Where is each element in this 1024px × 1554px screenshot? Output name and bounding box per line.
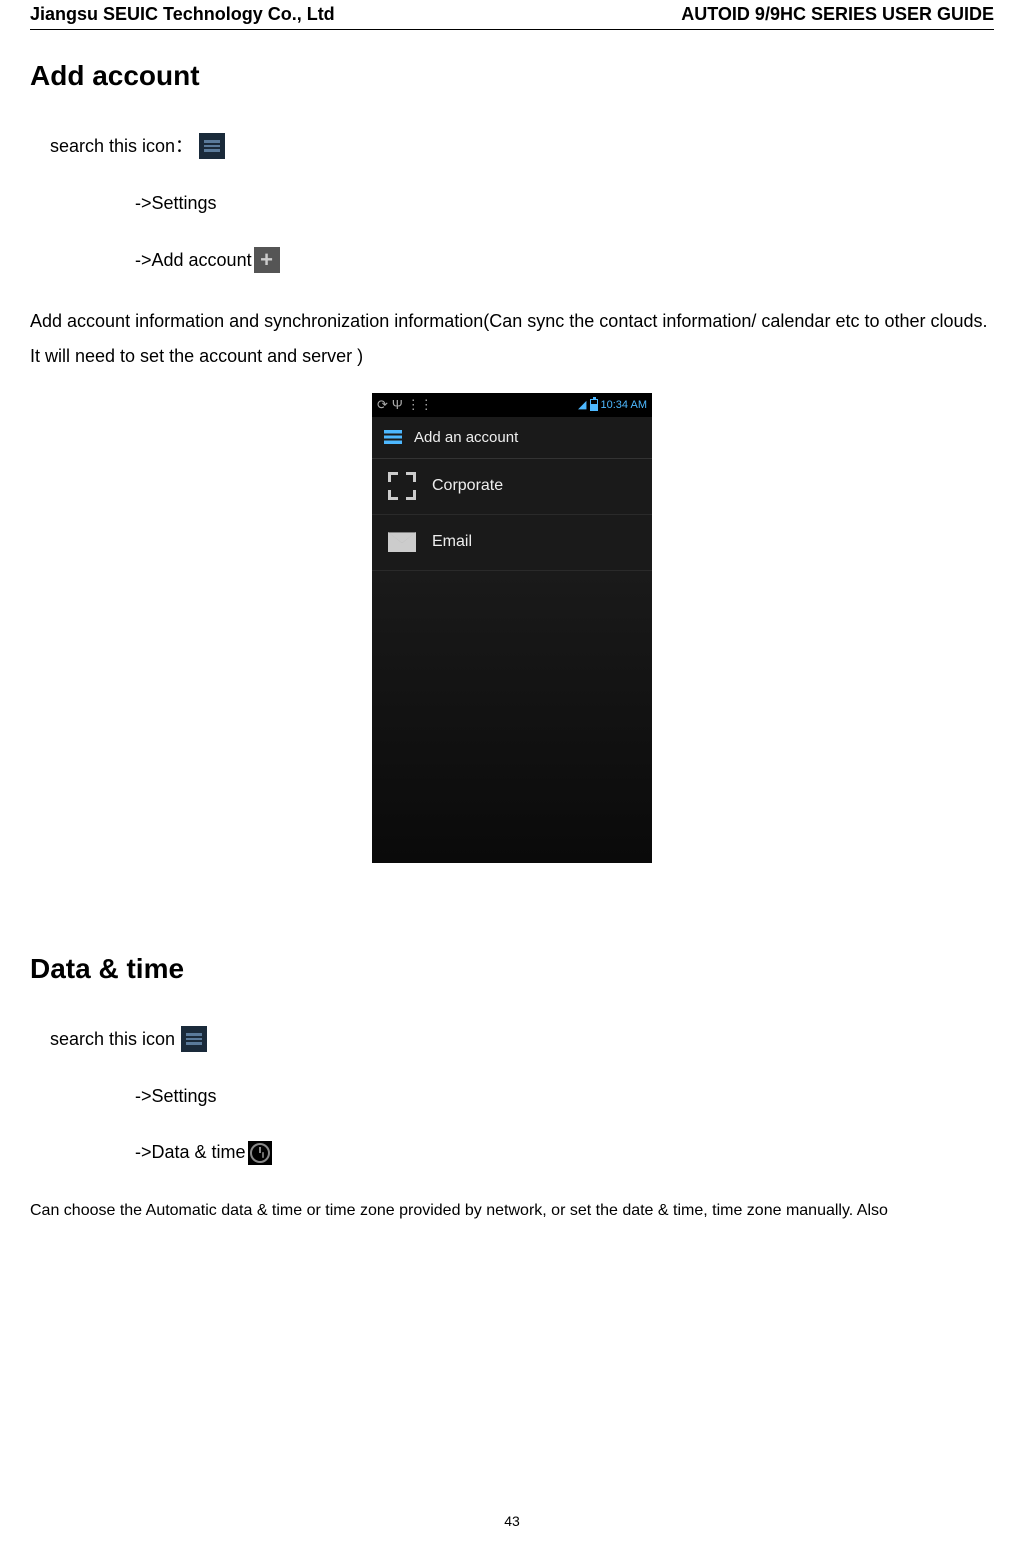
step2-search-icon-line: search this icon	[50, 1025, 994, 1054]
corporate-icon	[386, 470, 418, 502]
usb-status-icon: Ψ	[392, 397, 403, 412]
step2-search-text: search this icon	[50, 1025, 175, 1054]
step-search-icon-line: search this icon：	[50, 132, 994, 161]
status-time: 10:34 AM	[601, 399, 647, 411]
add-account-description: Add account information and synchronizat…	[30, 304, 994, 372]
settings-icon	[181, 1026, 207, 1052]
screenshot-title: Add an account	[414, 429, 518, 446]
page-number: 43	[0, 1513, 1024, 1529]
account-row-corporate[interactable]: Corporate	[372, 459, 652, 515]
corporate-label: Corporate	[432, 477, 503, 495]
step2-settings-text: ->Settings	[135, 1082, 217, 1111]
step2-settings: ->Settings	[135, 1082, 994, 1111]
status-right: ◢ 10:34 AM	[578, 398, 647, 411]
step-add-account-text: ->Add account	[135, 246, 252, 275]
settings-sliders-icon	[382, 426, 404, 448]
header-guide-title: AUTOID 9/9HC SERIES USER GUIDE	[681, 4, 994, 25]
signal-icon: ◢	[578, 398, 586, 411]
page-header: Jiangsu SEUIC Technology Co., Ltd AUTOID…	[30, 0, 994, 30]
status-left-icons: ⟳ Ψ ⋮⋮	[377, 397, 433, 413]
account-row-email[interactable]: Email	[372, 515, 652, 571]
step-add-account: ->Add account +	[135, 246, 994, 275]
sync-status-icon: ⟳	[377, 397, 388, 413]
screenshot-titlebar: Add an account	[372, 417, 652, 459]
battery-icon	[590, 399, 598, 411]
settings-icon	[199, 133, 225, 159]
step-settings-text: ->Settings	[135, 189, 217, 218]
step2-data-time: ->Data & time	[135, 1138, 994, 1167]
step-search-text: search this icon：	[50, 132, 193, 161]
plus-icon: +	[254, 247, 280, 273]
email-icon	[386, 526, 418, 558]
clock-icon	[248, 1141, 272, 1165]
debug-status-icon: ⋮⋮	[407, 397, 433, 413]
android-screenshot: ⟳ Ψ ⋮⋮ ◢ 10:34 AM Add an account Corpora…	[372, 393, 652, 863]
step-settings: ->Settings	[135, 189, 994, 218]
email-label: Email	[432, 533, 472, 551]
section-title-add-account: Add account	[30, 60, 994, 92]
status-bar: ⟳ Ψ ⋮⋮ ◢ 10:34 AM	[372, 393, 652, 417]
screenshot-empty-body	[372, 571, 652, 863]
header-company: Jiangsu SEUIC Technology Co., Ltd	[30, 4, 335, 25]
data-time-description: Can choose the Automatic data & time or …	[30, 1197, 994, 1226]
step2-data-time-text: ->Data & time	[135, 1138, 246, 1167]
section-title-data-time: Data & time	[30, 953, 994, 985]
